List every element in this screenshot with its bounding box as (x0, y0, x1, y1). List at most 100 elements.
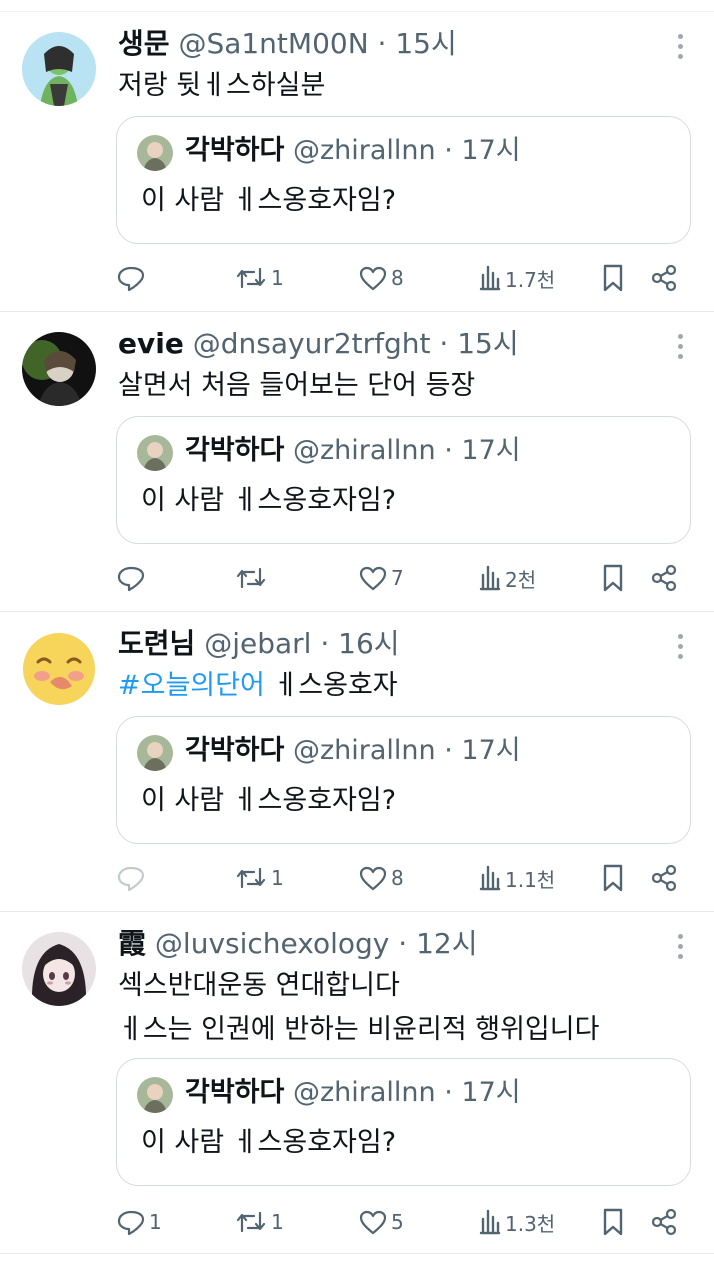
more-icon[interactable] (676, 934, 684, 960)
retweet-icon (236, 267, 266, 289)
display-name[interactable]: 도련님 (118, 627, 195, 660)
retweet-button[interactable]: 1 (234, 258, 284, 298)
avatar[interactable] (22, 632, 96, 706)
avatar[interactable] (22, 932, 96, 1006)
avatar[interactable] (22, 32, 96, 106)
share-button[interactable] (650, 858, 678, 898)
tweet-text: 살면서 처음 들어보는 단어 등장 (118, 370, 476, 401)
display-name: 각박하다 (185, 135, 285, 166)
reply-button[interactable] (116, 558, 149, 598)
share-button[interactable] (650, 1202, 678, 1242)
quote-tweet[interactable]: 각박하다 @zhirallnn · 17시 이 사람 ㅔ스옹호자임? (116, 716, 691, 844)
display-name[interactable]: 생문 (118, 27, 170, 60)
quote-tweet[interactable]: 각박하다 @zhirallnn · 17시 이 사람 ㅔ스옹호자임? (116, 1058, 691, 1186)
retweet-count: 1 (271, 866, 284, 890)
tweet-text: 섹스반대운동 연대합니다 ㅔ스는 인권에 반하는 비윤리적 행위입니다 (118, 970, 600, 1045)
retweet-button[interactable] (234, 558, 271, 598)
more-icon[interactable] (676, 34, 684, 60)
retweet-icon (236, 1211, 266, 1233)
share-button[interactable] (650, 558, 678, 598)
views-button[interactable]: 1.7천 (478, 258, 555, 298)
avatar (137, 1077, 173, 1113)
bookmark-button[interactable] (601, 858, 625, 898)
reply-icon (117, 566, 145, 592)
share-icon (651, 1208, 677, 1236)
bookmark-button[interactable] (601, 258, 625, 298)
action-bar: 1 1 5 1.3천 (0, 1202, 714, 1242)
avatar[interactable] (22, 332, 96, 406)
timestamp: 17시 (461, 135, 521, 166)
top-divider (0, 0, 714, 12)
action-bar: 7 2천 (0, 558, 714, 598)
views-icon (479, 1209, 501, 1235)
views-button[interactable]: 1.3천 (478, 1202, 555, 1242)
user-handle[interactable]: @Sa1ntM00N (178, 27, 368, 60)
reply-icon (117, 1210, 145, 1236)
tweet[interactable]: 霞 @luvsichexology · 12시 섹스반대운동 연대합니다 ㅔ스는… (0, 912, 714, 1254)
user-handle: @zhirallnn (292, 1077, 436, 1108)
timestamp[interactable]: 15시 (395, 27, 456, 60)
action-bar: 1 8 1.7천 (0, 258, 714, 298)
user-handle[interactable]: @luvsichexology (155, 927, 389, 960)
views-button[interactable]: 1.1천 (478, 858, 555, 898)
heart-icon (359, 1210, 387, 1235)
like-button[interactable]: 5 (358, 1202, 404, 1242)
heart-icon (359, 566, 387, 591)
tweet-text: #오늘의단어 ㅔ스옹호자 (118, 670, 398, 701)
user-handle[interactable]: @jebarl (204, 627, 311, 660)
heart-icon (359, 866, 387, 891)
like-count: 8 (391, 266, 404, 290)
views-button[interactable]: 2천 (478, 558, 536, 598)
timestamp[interactable]: 16시 (338, 627, 399, 660)
share-button[interactable] (650, 258, 678, 298)
hashtag-link[interactable]: #오늘의단어 (118, 670, 265, 701)
quote-text: 이 사람 ㅔ스옹호자임? (141, 785, 397, 816)
retweet-count: 1 (271, 266, 284, 290)
tweet-header: 생문 @Sa1ntM00N · 15시 (118, 27, 457, 60)
reply-button[interactable] (116, 858, 149, 898)
display-name: 각박하다 (185, 435, 285, 466)
more-icon[interactable] (676, 634, 684, 660)
more-icon[interactable] (676, 334, 684, 360)
reply-count: 1 (149, 1210, 162, 1234)
like-count: 8 (391, 866, 404, 890)
timestamp: 17시 (461, 1077, 521, 1108)
retweet-button[interactable]: 1 (234, 858, 284, 898)
timestamp: 17시 (461, 435, 521, 466)
like-button[interactable]: 7 (358, 558, 404, 598)
timestamp[interactable]: 15시 (457, 327, 518, 360)
bookmark-button[interactable] (601, 1202, 625, 1242)
views-icon (479, 865, 501, 891)
user-handle[interactable]: @dnsayur2trfght (193, 327, 431, 360)
avatar (137, 435, 173, 471)
tweet[interactable]: 도련님 @jebarl · 16시 #오늘의단어 ㅔ스옹호자 각박하다 @zhi… (0, 612, 714, 912)
user-handle: @zhirallnn (292, 135, 436, 166)
display-name: 각박하다 (185, 1077, 285, 1108)
reply-button[interactable]: 1 (116, 1202, 162, 1242)
avatar (137, 135, 173, 171)
reply-button[interactable] (116, 258, 149, 298)
bookmark-button[interactable] (601, 558, 625, 598)
tweet[interactable]: 생문 @Sa1ntM00N · 15시 저랑 뒷ㅔ스하실분 각박하다 @zhir… (0, 12, 714, 312)
like-count: 7 (391, 566, 404, 590)
display-name[interactable]: evie (118, 327, 184, 360)
timestamp[interactable]: 12시 (416, 927, 477, 960)
timestamp: 17시 (461, 735, 521, 766)
views-count: 1.7천 (505, 267, 556, 292)
display-name[interactable]: 霞 (118, 927, 146, 960)
retweet-button[interactable]: 1 (234, 1202, 284, 1242)
like-button[interactable]: 8 (358, 858, 404, 898)
bookmark-icon (603, 564, 623, 592)
quote-tweet[interactable]: 각박하다 @zhirallnn · 17시 이 사람 ㅔ스옹호자임? (116, 116, 691, 244)
avatar (137, 735, 173, 771)
display-name: 각박하다 (185, 735, 285, 766)
quote-tweet[interactable]: 각박하다 @zhirallnn · 17시 이 사람 ㅔ스옹호자임? (116, 416, 691, 544)
retweet-icon (236, 567, 266, 589)
user-handle: @zhirallnn (292, 435, 436, 466)
like-button[interactable]: 8 (358, 258, 404, 298)
tweet-header: evie @dnsayur2trfght · 15시 (118, 327, 519, 360)
retweet-count: 1 (271, 1210, 284, 1234)
action-bar: 1 8 1.1천 (0, 858, 714, 898)
tweet[interactable]: evie @dnsayur2trfght · 15시 살면서 처음 들어보는 단… (0, 312, 714, 612)
reply-icon (117, 266, 145, 292)
